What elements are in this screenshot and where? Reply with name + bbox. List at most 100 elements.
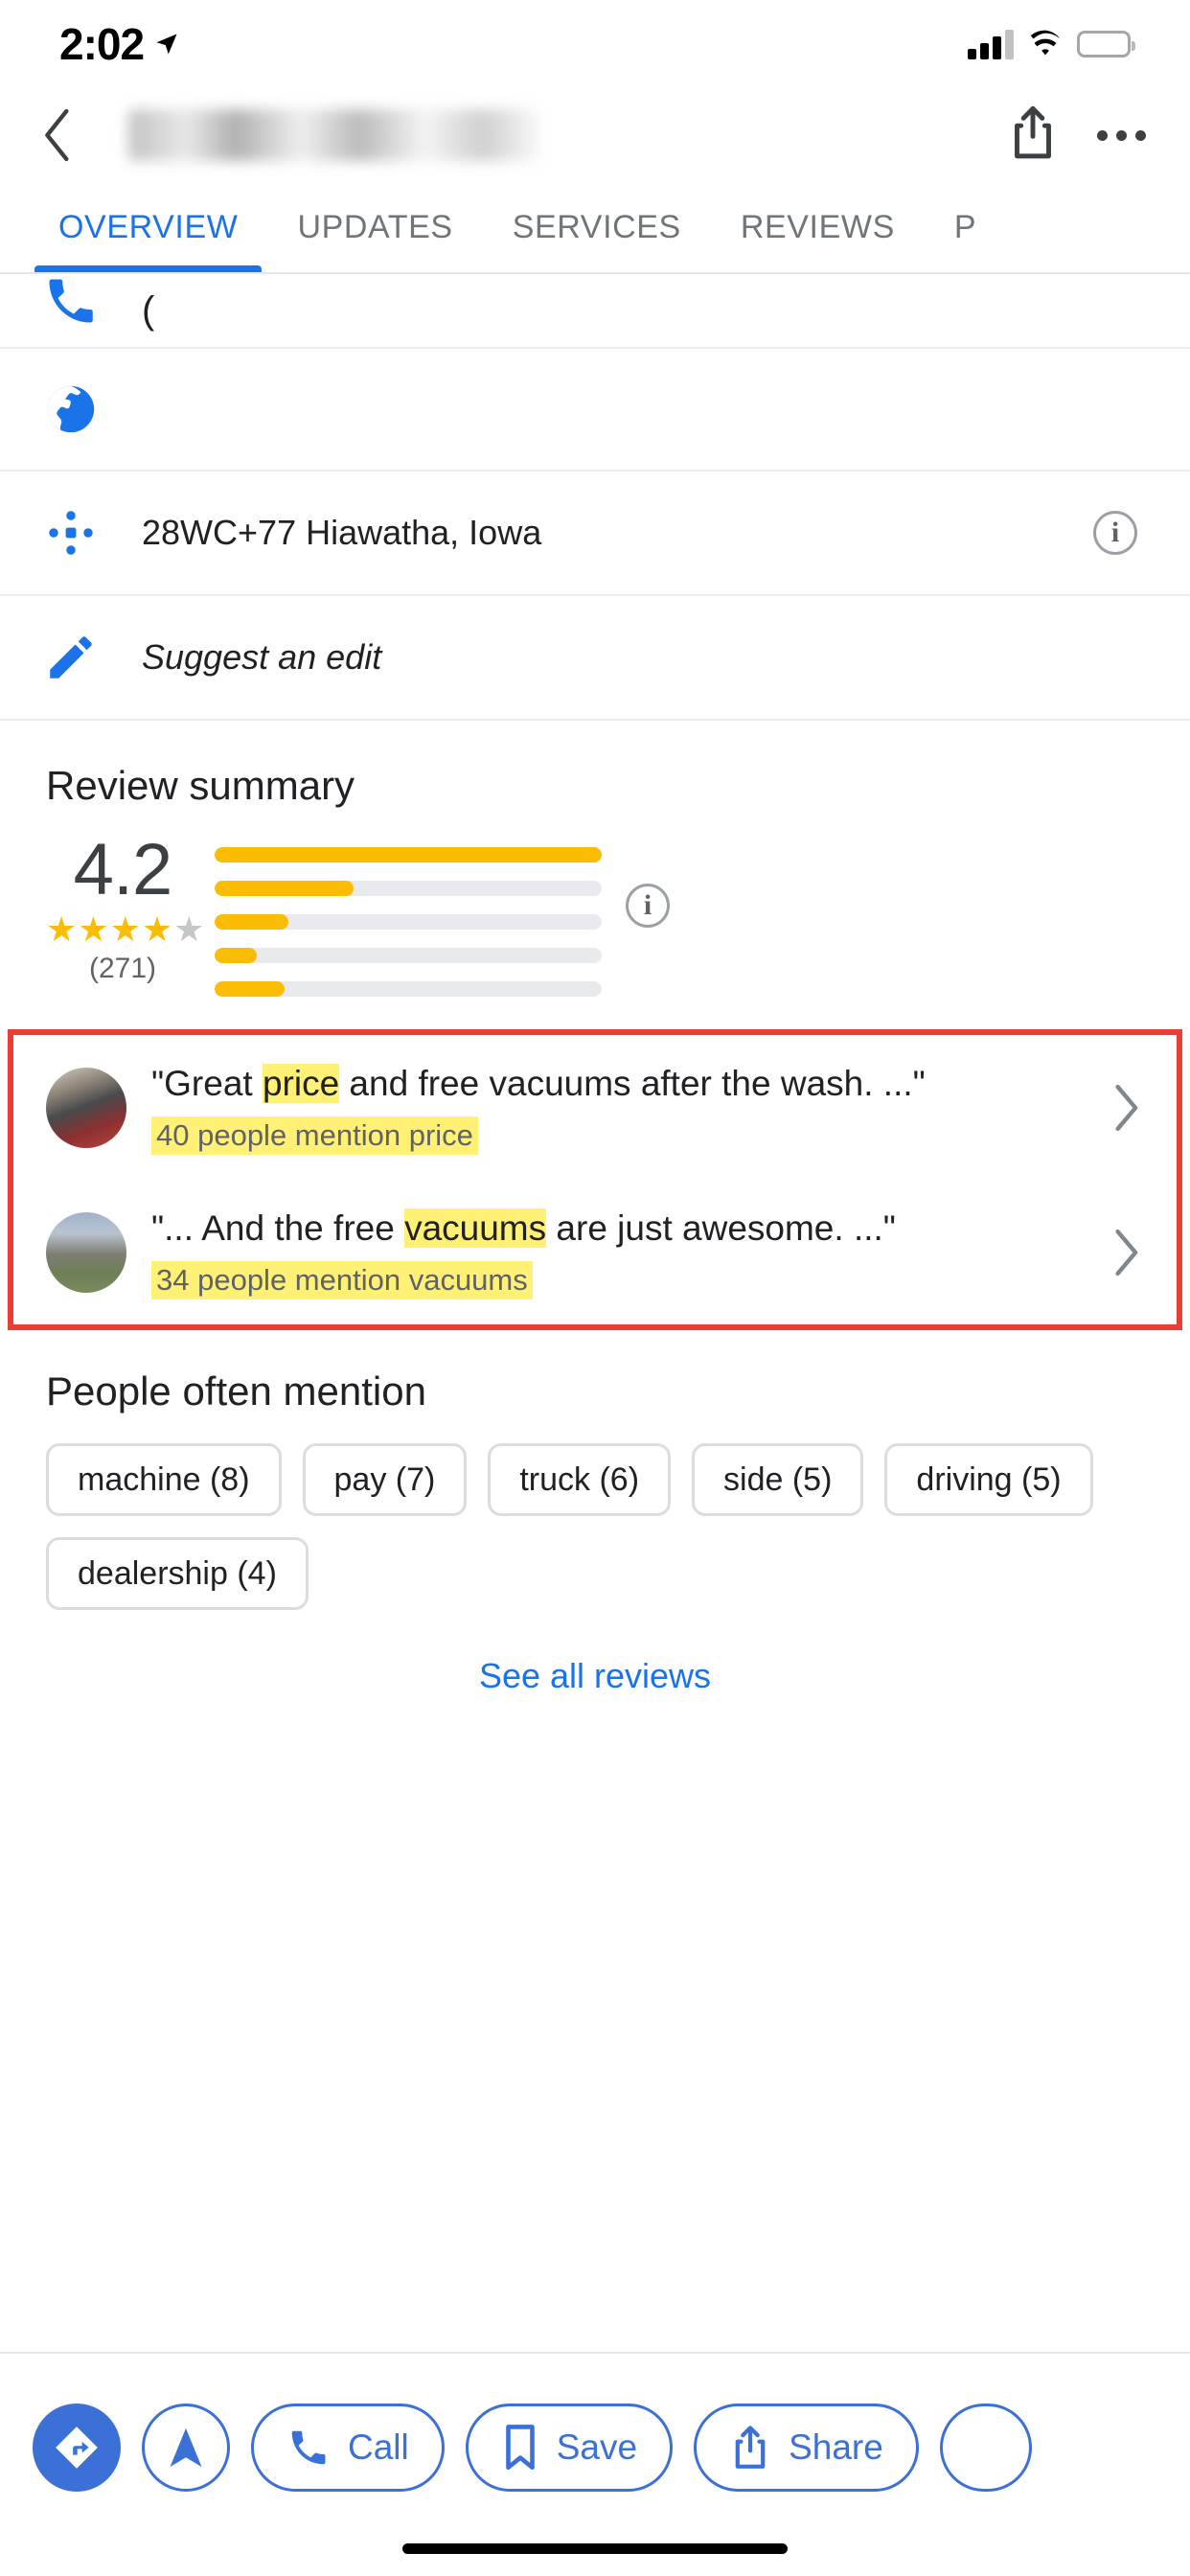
mention-count-label: 40 people mention price — [151, 1116, 478, 1156]
tab-overview[interactable]: OVERVIEW — [29, 182, 267, 272]
info-icon: i — [1093, 511, 1137, 555]
plus-code-icon-wrap — [0, 507, 142, 559]
share-button[interactable]: Share — [694, 2404, 919, 2492]
back-button[interactable] — [29, 105, 88, 165]
more-options-icon — [1135, 129, 1146, 141]
save-button[interactable]: Save — [465, 2404, 674, 2492]
status-bar-right — [968, 29, 1135, 59]
review-chevron-button[interactable] — [1104, 1082, 1148, 1134]
redacted-website — [144, 383, 356, 427]
share-icon — [1015, 105, 1051, 158]
info-icon: i — [626, 884, 670, 928]
star-filled-icon: ★ — [109, 909, 142, 950]
phone-prefix: ( — [142, 289, 155, 332]
quote-before: "Great — [151, 1064, 263, 1103]
review-summary: 4.2 ★★★★★ (271) i — [0, 809, 1190, 1022]
chevron-left-icon — [45, 108, 69, 162]
directions-button[interactable] — [33, 2404, 121, 2492]
nav-actions — [1007, 105, 1146, 166]
mention-chips: machine (8) pay (7) truck (6) side (5) d… — [0, 1414, 1190, 1611]
status-bar-left: 2:02 — [59, 18, 180, 70]
directions-icon — [53, 2424, 101, 2472]
plus-code-row[interactable]: 28WC+77 Hiawatha, Iowa i — [0, 472, 1190, 596]
more-options-icon — [1116, 129, 1127, 141]
phone-icon — [49, 279, 93, 323]
mention-chip[interactable]: dealership (4) — [46, 1537, 309, 1611]
scroll-content[interactable]: (28WC+77 Hiawatha, Iowa i Suggest an ed… — [0, 274, 1190, 2352]
review-quote: "... And the free vacuums are just aweso… — [151, 1205, 1079, 1252]
more-options-button[interactable] — [1097, 129, 1146, 141]
mention-chip[interactable]: truck (6) — [488, 1443, 672, 1517]
phone-row[interactable]: ( — [0, 274, 1190, 349]
review-content: "Great price and free vacuums after the … — [151, 1060, 1079, 1156]
phone-number: ( — [142, 274, 1146, 347]
see-all-reviews-link[interactable]: See all reviews — [0, 1610, 1190, 1696]
tab-photos[interactable]: P — [925, 182, 1006, 272]
chevron-right-icon — [1115, 1084, 1138, 1131]
plus-code-info-button[interactable]: i — [1085, 511, 1146, 555]
star-filled-icon: ★ — [78, 909, 110, 950]
wifi-icon — [1030, 30, 1061, 56]
histogram-bar-3 — [215, 914, 602, 930]
histogram-bar-2 — [215, 948, 602, 963]
suggest-edit-row[interactable]: Suggest an edit — [0, 596, 1190, 721]
quote-after: are just awesome. ..." — [546, 1208, 896, 1249]
rating-score: 4.2 — [73, 829, 173, 910]
share-label: Share — [789, 2427, 883, 2467]
bottom-action-bar: Call Save Share — [0, 2352, 1190, 2520]
review-quote: "Great price and free vacuums after the … — [151, 1060, 1079, 1107]
navigation-button[interactable] — [142, 2404, 230, 2492]
review-content: "... And the free vacuums are just aweso… — [151, 1205, 1079, 1300]
tab-label: SERVICES — [512, 208, 681, 245]
location-arrow-icon — [156, 34, 177, 55]
review-highlight-row[interactable]: "Great price and free vacuums after the … — [13, 1035, 1177, 1180]
review-count: (271) — [88, 953, 157, 985]
home-indicator — [0, 2520, 1190, 2576]
avatar — [46, 1067, 126, 1148]
plus-code-icon — [49, 511, 93, 555]
call-button[interactable]: Call — [251, 2404, 445, 2492]
website-row[interactable] — [0, 349, 1190, 472]
mention-chip[interactable]: side (5) — [692, 1443, 864, 1517]
star-filled-icon: ★ — [141, 909, 174, 950]
redacted-phone-part — [156, 278, 363, 328]
page-title — [128, 109, 540, 161]
histogram-bar-5 — [215, 847, 602, 862]
mention-chip[interactable]: pay (7) — [302, 1443, 468, 1517]
navigation-arrow-icon — [170, 2427, 202, 2468]
review-summary-info-button[interactable]: i — [602, 834, 694, 928]
quote-keyword: price — [262, 1064, 340, 1103]
pencil-icon — [50, 636, 92, 678]
tab-label: OVERVIEW — [58, 208, 239, 245]
status-bar: 2:02 — [0, 0, 1190, 88]
phone-icon-wrap — [0, 274, 142, 347]
more-options-icon — [1097, 129, 1108, 141]
tab-services[interactable]: SERVICES — [483, 182, 711, 272]
rating-stars: ★★★★★ — [46, 909, 204, 950]
review-chevron-button[interactable] — [1104, 1227, 1148, 1278]
redacted-business-name — [128, 109, 540, 161]
save-label: Save — [556, 2427, 638, 2467]
mention-count-label: 34 people mention vacuums — [151, 1261, 533, 1300]
tab-updates[interactable]: UPDATES — [267, 182, 482, 272]
tab-bar: OVERVIEW UPDATES SERVICES REVIEWS P — [0, 182, 1190, 274]
review-highlight-row[interactable]: "... And the free vacuums are just aweso… — [13, 1180, 1177, 1324]
people-often-mention-title: People often mention — [46, 1368, 426, 1414]
share-button[interactable] — [1007, 105, 1059, 166]
more-actions-button[interactable] — [939, 2404, 1032, 2492]
tab-reviews[interactable]: REVIEWS — [711, 182, 925, 272]
quote-keyword: vacuums — [404, 1208, 547, 1249]
call-label: Call — [348, 2427, 409, 2467]
app-screen: 2:02 OVERVIEW UPDATES SERVICES REVIEWS P… — [0, 0, 1190, 2576]
mention-chip[interactable]: machine (8) — [46, 1443, 282, 1517]
cellular-signal-icon — [968, 29, 1014, 59]
tab-label: P — [953, 208, 977, 245]
nav-bar — [0, 88, 1190, 182]
website-value — [142, 383, 1146, 436]
highlighted-reviews-box: "Great price and free vacuums after the … — [8, 1029, 1182, 1331]
histogram-bar-1 — [215, 981, 602, 997]
mention-chip[interactable]: driving (5) — [884, 1443, 1093, 1517]
rating-block: 4.2 ★★★★★ (271) — [46, 829, 204, 985]
globe-icon — [47, 385, 95, 433]
star-filled-icon: ★ — [46, 909, 79, 950]
